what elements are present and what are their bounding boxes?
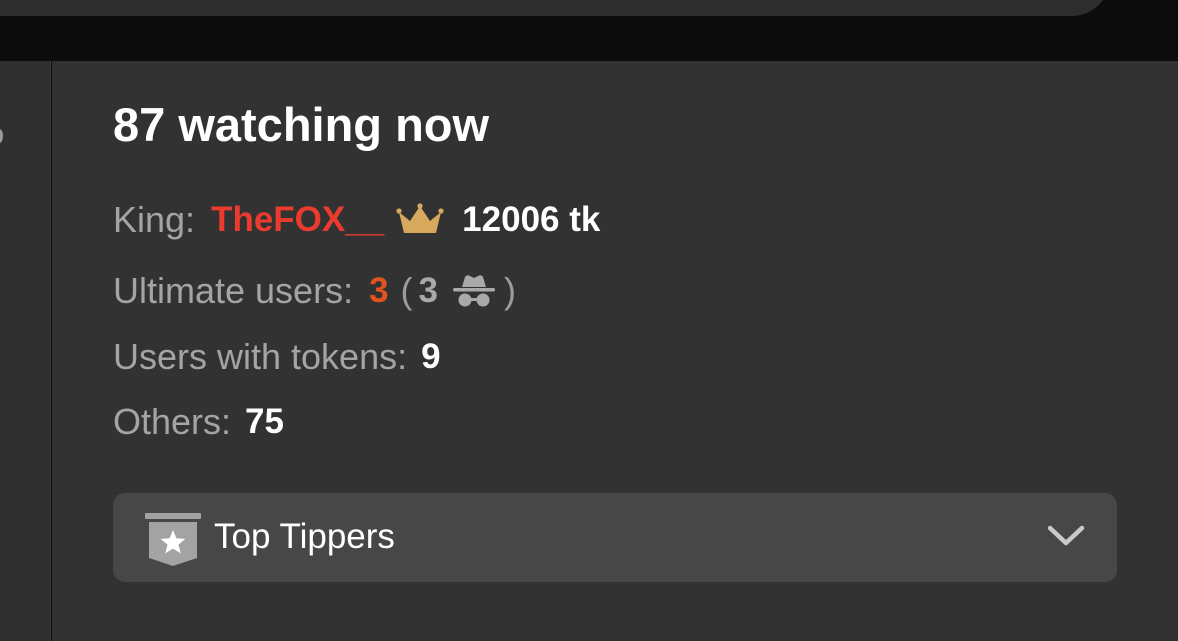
king-token-amount: 12006 tk [462, 200, 601, 239]
king-username[interactable]: TheFOX__ [211, 200, 384, 240]
token-users-row: Users with tokens: 9 [113, 335, 441, 379]
incognito-icon [450, 273, 498, 309]
king-row: King: TheFOX__ 12006 tk [113, 198, 600, 242]
others-label: Others: [113, 401, 232, 442]
star-badge-icon [145, 513, 201, 567]
top-input-edge [0, 0, 1110, 16]
paren-open: ( [400, 270, 413, 311]
audience-panel: 87 watching now King: TheFOX__ 12006 tk … [52, 61, 1178, 641]
ultimate-users-row: Ultimate users: 3 ( 3 ) [113, 269, 516, 313]
king-label: King: [113, 199, 196, 240]
crown-icon [396, 202, 444, 238]
left-rail [0, 61, 51, 641]
chevron-down-icon[interactable] [1046, 523, 1086, 549]
top-tippers-dropdown[interactable]: Top Tippers [113, 493, 1117, 582]
top-bar [0, 0, 1178, 61]
token-users-label: Users with tokens: [113, 336, 408, 377]
token-users-count: 9 [421, 337, 441, 376]
anonymous-users-count: 3 [418, 271, 439, 310]
others-row: Others: 75 [113, 400, 284, 444]
ultimate-users-count: 3 [369, 271, 389, 310]
watching-count-title: 87 watching now [113, 98, 490, 151]
paren-close: ) [504, 270, 517, 311]
rail-partial-icon [0, 129, 3, 143]
top-tippers-label: Top Tippers [214, 517, 395, 556]
ultimate-users-label: Ultimate users: [113, 270, 354, 311]
others-count: 75 [245, 402, 284, 441]
